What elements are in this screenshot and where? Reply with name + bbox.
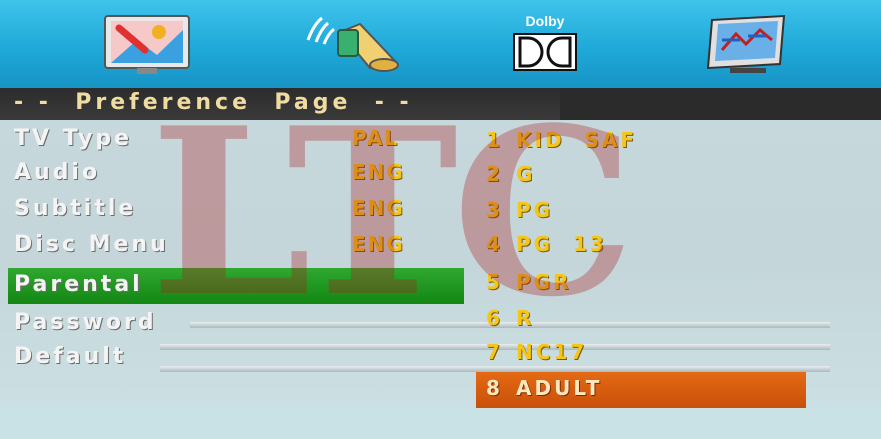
title-bar-dark-section: [560, 88, 881, 120]
option-label: PG 13: [516, 232, 607, 256]
setup-icon-bar: Dolby: [0, 0, 881, 88]
parental-option[interactable]: 3 PG: [0, 198, 881, 232]
parental-option[interactable]: 6 R: [0, 306, 881, 340]
audio-setup-icon[interactable]: [300, 10, 410, 76]
page-title-bar: - - Preference Page - -: [0, 88, 881, 120]
option-number: 8: [486, 376, 503, 400]
option-label: KID SAF: [516, 128, 638, 152]
parental-option-selected[interactable]: 8 ADULT: [0, 376, 881, 410]
parental-option[interactable]: 2 G: [0, 162, 881, 196]
option-label: NC17: [516, 340, 588, 364]
dvd-setup-screen: Dolby - - Preference Page - - TV Type PA…: [0, 0, 881, 439]
option-number: 7: [486, 340, 503, 364]
option-label: R: [516, 306, 535, 330]
page-title: - - Preference Page - -: [14, 90, 413, 115]
parental-option[interactable]: 5 PGR: [0, 270, 881, 304]
dolby-setup-icon[interactable]: Dolby: [510, 10, 580, 76]
option-number: 1: [486, 128, 503, 152]
option-number: 6: [486, 306, 503, 330]
option-label: PGR: [516, 270, 572, 294]
dolby-icon-caption: Dolby: [526, 13, 565, 29]
parental-option[interactable]: 4 PG 13: [0, 232, 881, 266]
preference-setup-icon[interactable]: [700, 10, 790, 76]
option-number: 5: [486, 270, 503, 294]
bottom-strip: [0, 410, 881, 439]
option-label: ADULT: [516, 376, 603, 400]
option-number: 4: [486, 232, 503, 256]
picture-setup-icon[interactable]: [97, 10, 197, 76]
option-number: 3: [486, 198, 503, 222]
option-label: PG: [516, 198, 554, 222]
parental-option[interactable]: 1 KID SAF: [0, 128, 881, 162]
option-number: 2: [486, 162, 503, 186]
parental-option[interactable]: 7 NC17: [0, 340, 881, 374]
option-label: G: [516, 162, 536, 186]
